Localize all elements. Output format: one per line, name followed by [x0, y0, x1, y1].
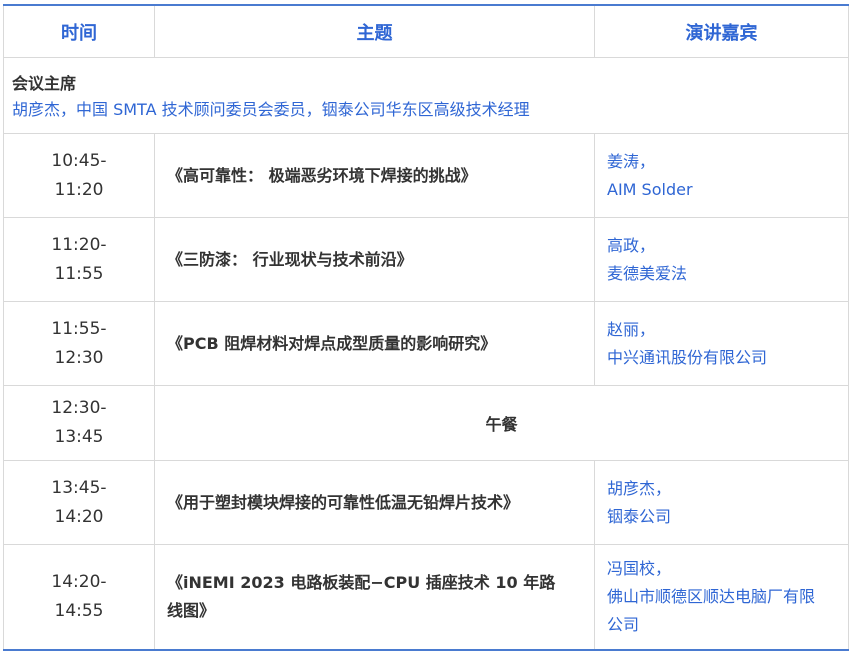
- time-end: 12:30: [54, 347, 104, 368]
- speaker-org: AIM Solder: [607, 179, 693, 199]
- time-start: 10:45-: [51, 150, 107, 171]
- agenda-table: 时间 主题 演讲嘉宾 会议主席 胡彦杰，中国 SMTA 技术顾问委员会委员，铟泰…: [3, 4, 849, 651]
- topic-cell: 《三防漆： 行业现状与技术前沿》: [154, 217, 595, 302]
- time-end: 11:20: [54, 179, 104, 200]
- speaker-org: 麦德美爱法: [607, 263, 688, 283]
- time-cell: 14:20- 14:55: [3, 544, 155, 650]
- time-cell: 11:20- 11:55: [3, 217, 155, 302]
- time-start: 13:45-: [51, 477, 107, 498]
- speaker-org: 佛山市顺德区顺达电脑厂有限: [607, 586, 816, 606]
- topic-line: 《iNEMI 2023 电路板装配−CPU 插座技术 10 年路: [167, 572, 556, 592]
- table-row: 11:20- 11:55 《三防漆： 行业现状与技术前沿》 高政， 麦德美爱法: [3, 217, 849, 302]
- speaker-cell: 冯国校， 佛山市顺德区顺达电脑厂有限 公司: [594, 544, 849, 650]
- topic-cell: 《iNEMI 2023 电路板装配−CPU 插座技术 10 年路 线图》: [154, 544, 595, 650]
- time-cell: 10:45- 11:20: [3, 133, 155, 218]
- table-row: 14:20- 14:55 《iNEMI 2023 电路板装配−CPU 插座技术 …: [3, 544, 849, 650]
- table-row: 13:45- 14:20 《用于塑封模块焊接的可靠性低温无铅焊片技术》 胡彦杰，…: [3, 460, 849, 545]
- time-end: 14:20: [54, 506, 104, 527]
- lunch-cell: 午餐: [154, 385, 849, 461]
- speaker-cell: 姜涛， AIM Solder: [594, 133, 849, 218]
- speaker-org: 公司: [607, 614, 640, 634]
- time-start: 11:20-: [51, 234, 107, 255]
- chair-title: 会议主席: [12, 73, 77, 93]
- topic-line: 线图》: [167, 600, 216, 620]
- topic-cell: 《用于塑封模块焊接的可靠性低温无铅焊片技术》: [154, 460, 595, 545]
- speaker-name: 胡彦杰，: [607, 478, 672, 498]
- time-cell: 12:30- 13:45: [3, 385, 155, 461]
- speaker-name: 姜涛，: [607, 151, 656, 171]
- chair-cell: 会议主席 胡彦杰，中国 SMTA 技术顾问委员会委员，铟泰公司华东区高级技术经理: [3, 57, 849, 134]
- speaker-name: 高政，: [607, 235, 656, 255]
- time-cell: 11:55- 12:30: [3, 301, 155, 386]
- speaker-name: 赵丽，: [607, 319, 656, 339]
- chair-row: 会议主席 胡彦杰，中国 SMTA 技术顾问委员会委员，铟泰公司华东区高级技术经理: [3, 57, 849, 134]
- time-end: 14:55: [54, 600, 104, 621]
- header-speaker: 演讲嘉宾: [594, 4, 849, 58]
- speaker-org: 铟泰公司: [607, 506, 672, 526]
- time-cell: 13:45- 14:20: [3, 460, 155, 545]
- speaker-org: 中兴通讯股份有限公司: [607, 347, 768, 367]
- header-topic: 主题: [154, 4, 595, 58]
- table-row: 10:45- 11:20 《高可靠性： 极端恶劣环境下焊接的挑战》 姜涛， AI…: [3, 133, 849, 218]
- speaker-name: 冯国校，: [607, 558, 672, 578]
- time-end: 11:55: [54, 263, 104, 284]
- time-end: 13:45: [54, 427, 104, 447]
- header-time: 时间: [3, 4, 155, 58]
- topic-cell: 《PCB 阻焊材料对焊点成型质量的影响研究》: [154, 301, 595, 386]
- header-row: 时间 主题 演讲嘉宾: [3, 4, 849, 58]
- speaker-cell: 胡彦杰， 铟泰公司: [594, 460, 849, 545]
- time-start: 11:55-: [51, 318, 107, 339]
- topic-cell: 《高可靠性： 极端恶劣环境下焊接的挑战》: [154, 133, 595, 218]
- speaker-cell: 高政， 麦德美爱法: [594, 217, 849, 302]
- table-row: 11:55- 12:30 《PCB 阻焊材料对焊点成型质量的影响研究》 赵丽， …: [3, 301, 849, 386]
- chair-description: 胡彦杰，中国 SMTA 技术顾问委员会委员，铟泰公司华东区高级技术经理: [12, 99, 530, 119]
- time-start: 12:30-: [51, 398, 107, 418]
- speaker-cell: 赵丽， 中兴通讯股份有限公司: [594, 301, 849, 386]
- time-start: 14:20-: [51, 571, 107, 592]
- lunch-row: 12:30- 13:45 午餐: [3, 385, 849, 461]
